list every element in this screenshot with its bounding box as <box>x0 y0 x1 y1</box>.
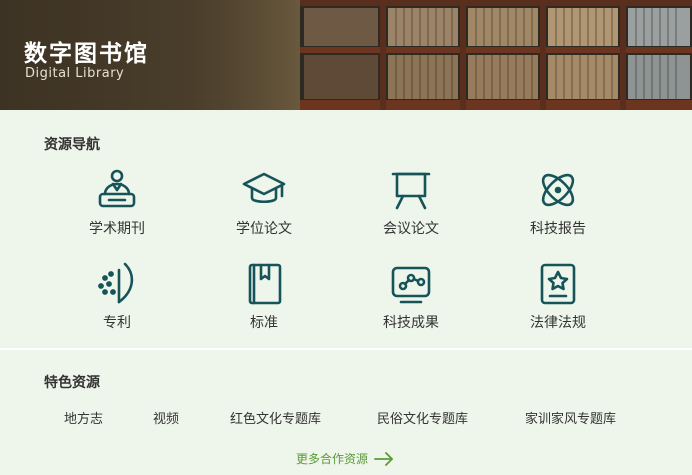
bookmark-book-icon <box>242 262 286 306</box>
featured-title: 特色资源 <box>44 375 100 391</box>
graduation-cap-icon <box>242 168 286 212</box>
featured-link-video[interactable]: 视频 <box>153 408 179 427</box>
patent-idea-icon <box>95 262 139 306</box>
nav-item-achievement[interactable]: 科技成果 <box>351 262 471 342</box>
nav-item-conference[interactable]: 会议论文 <box>351 168 471 248</box>
featured-link-folk-culture[interactable]: 民俗文化专题库 <box>377 408 468 427</box>
nav-item-law[interactable]: 法律法规 <box>498 262 618 342</box>
resource-nav-section: 资源导航 学术期刊 学位论文 会议论文 科技报告 专利 标准 科技成果 法律法规 <box>0 110 692 348</box>
nav-item-label: 会议论文 <box>383 221 439 237</box>
star-badge-icon <box>536 262 580 306</box>
header-banner: 数字图书馆 Digital Library <box>0 0 692 110</box>
nav-item-label: 专利 <box>103 315 131 331</box>
bookshelf-background <box>300 0 692 110</box>
featured-link-family-tradition[interactable]: 家训家风专题库 <box>525 408 616 427</box>
nav-item-label: 标准 <box>250 315 278 331</box>
nav-item-label: 学术期刊 <box>89 221 145 237</box>
nav-item-journal[interactable]: 学术期刊 <box>57 168 177 248</box>
nav-item-label: 科技报告 <box>530 221 586 237</box>
nav-item-patent[interactable]: 专利 <box>57 262 177 342</box>
featured-section: 特色资源 地方志 视频 红色文化专题库 民俗文化专题库 家训家风专题库 更多合作… <box>0 350 692 475</box>
nav-item-standard[interactable]: 标准 <box>204 262 324 342</box>
nav-item-label: 学位论文 <box>236 221 292 237</box>
featured-link-red-culture[interactable]: 红色文化专题库 <box>230 408 321 427</box>
atom-icon <box>536 168 580 212</box>
featured-link-local-chronicles[interactable]: 地方志 <box>64 408 103 427</box>
nav-item-thesis[interactable]: 学位论文 <box>204 168 324 248</box>
nav-item-label: 科技成果 <box>383 315 439 331</box>
resource-nav-title: 资源导航 <box>44 137 100 153</box>
nav-item-tech-report[interactable]: 科技报告 <box>498 168 618 248</box>
arrow-right-icon <box>374 451 393 466</box>
site-title: 数字图书馆 <box>24 41 149 67</box>
more-resources-link[interactable]: 更多合作资源 <box>296 450 394 467</box>
more-resources-label: 更多合作资源 <box>296 452 369 466</box>
site-subtitle: Digital Library <box>25 66 125 81</box>
achievement-screen-icon <box>389 262 433 306</box>
presentation-board-icon <box>389 168 433 212</box>
nav-item-label: 法律法规 <box>530 315 586 331</box>
journal-reader-icon <box>95 168 139 212</box>
